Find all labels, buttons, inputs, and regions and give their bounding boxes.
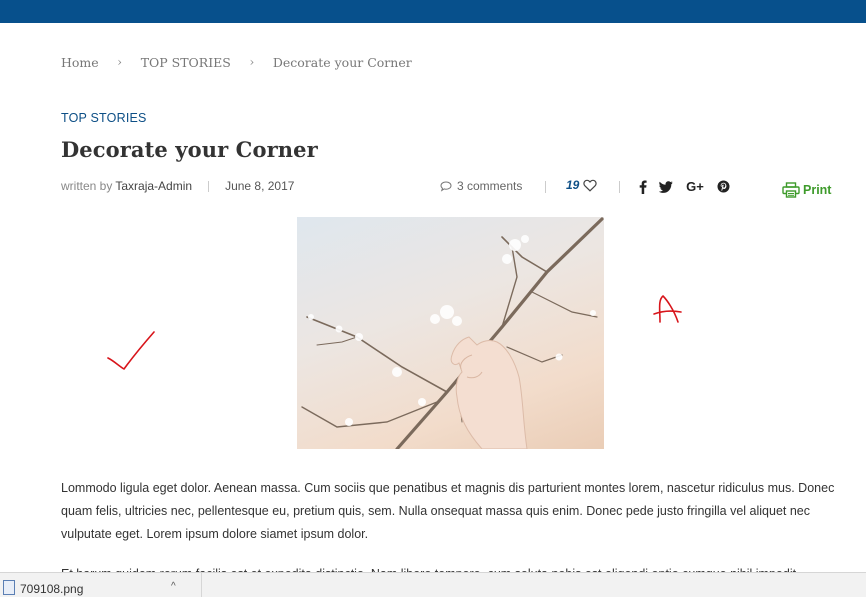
top-bar	[0, 0, 866, 23]
twitter-icon[interactable]	[659, 179, 673, 194]
print-button[interactable]: Print	[782, 182, 831, 198]
letter-a-annotation-icon	[653, 295, 682, 323]
article-meta: written by Taxraja-Admin June 8, 2017	[61, 179, 294, 193]
heart-icon	[583, 179, 598, 192]
breadcrumb-current: Decorate your Corner	[272, 54, 412, 70]
chevron-up-icon[interactable]: ^	[171, 581, 176, 592]
meta-divider	[545, 181, 546, 193]
comments-count: 3 comments	[457, 179, 523, 193]
author-link[interactable]: Taxraja-Admin	[115, 179, 192, 193]
printer-icon	[782, 182, 800, 198]
article-image	[297, 217, 604, 449]
written-by-label: written by	[61, 179, 113, 193]
like-button[interactable]: 19	[566, 178, 598, 192]
comment-icon	[440, 180, 452, 192]
article-date: June 8, 2017	[225, 179, 295, 193]
breadcrumb: Home › TOP STORIES › Decorate your Corne…	[61, 53, 412, 71]
meta-divider	[208, 180, 210, 192]
file-icon	[3, 580, 15, 595]
download-item[interactable]: 709108.png ^	[0, 573, 202, 597]
article-paragraph: Lommodo ligula eget dolor. Aenean massa.…	[61, 481, 835, 541]
breadcrumb-home-link[interactable]: Home	[61, 55, 99, 70]
breadcrumb-section-link[interactable]: TOP STORIES	[141, 55, 231, 70]
facebook-icon[interactable]	[638, 179, 648, 194]
article-title: Decorate your Corner	[61, 137, 318, 162]
download-bar: 709108.png ^	[0, 572, 866, 597]
article-category-link[interactable]: TOP STORIES	[61, 111, 147, 125]
google-plus-icon[interactable]: G+	[685, 179, 705, 194]
comments-link[interactable]: 3 comments	[440, 179, 522, 193]
meta-divider	[619, 181, 620, 193]
checkmark-annotation-icon	[107, 331, 155, 370]
likes-count: 19	[566, 178, 580, 192]
breadcrumb-separator: ›	[249, 55, 255, 69]
print-label: Print	[803, 183, 832, 197]
download-filename: 709108.png	[20, 581, 84, 596]
breadcrumb-separator: ›	[117, 55, 123, 69]
pinterest-icon[interactable]	[716, 179, 730, 194]
